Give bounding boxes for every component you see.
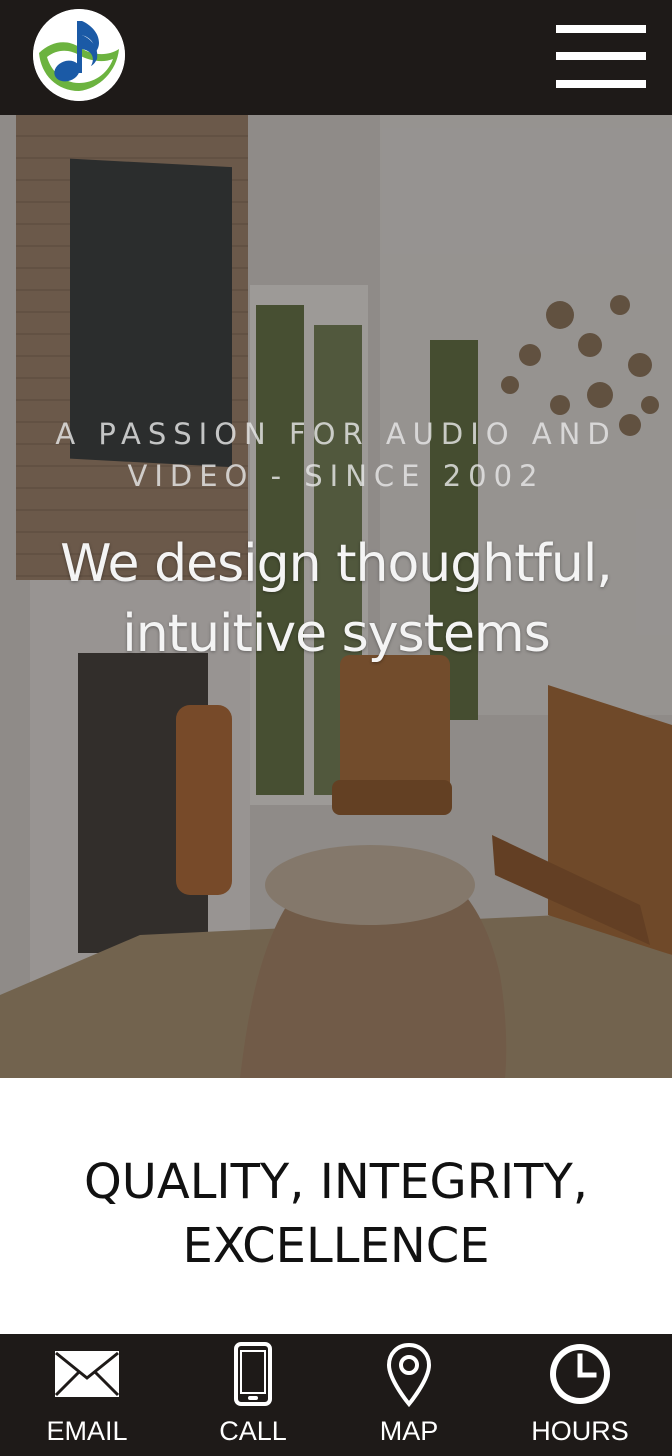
menu-bar [556, 25, 646, 33]
hero-tagline: A PASSION FOR AUDIO AND VIDEO - SINCE 20… [55, 417, 617, 493]
envelope-icon [54, 1351, 120, 1397]
nav-label-hours: HOURS [531, 1416, 629, 1446]
map-button[interactable]: MAP [350, 1334, 468, 1456]
menu-bar [556, 52, 646, 60]
values-title: QUALITY, INTEGRITY, EXCELLENCE [83, 1154, 589, 1274]
hero-headline: We design thoughtful, intuitive systems [60, 534, 613, 664]
hamburger-menu-icon[interactable] [553, 22, 649, 94]
nav-label-email: EMAIL [46, 1416, 128, 1446]
call-button[interactable]: CALL [196, 1334, 310, 1456]
email-button[interactable]: EMAIL [26, 1334, 148, 1456]
values-section: QUALITY, INTEGRITY, EXCELLENCE [0, 1078, 672, 1334]
bottom-nav: EMAIL CALL MAP HOURS [0, 1334, 672, 1456]
clock-icon [550, 1344, 610, 1404]
hours-button[interactable]: HOURS [516, 1334, 644, 1456]
menu-bar [556, 80, 646, 88]
phone-icon [234, 1342, 272, 1406]
map-pin-icon [386, 1342, 432, 1408]
site-header [0, 0, 672, 115]
nav-label-map: MAP [379, 1416, 439, 1446]
hero-section: A PASSION FOR AUDIO AND VIDEO - SINCE 20… [0, 115, 672, 1078]
nav-label-call: CALL [219, 1416, 287, 1446]
music-note-logo-icon[interactable] [33, 9, 125, 101]
